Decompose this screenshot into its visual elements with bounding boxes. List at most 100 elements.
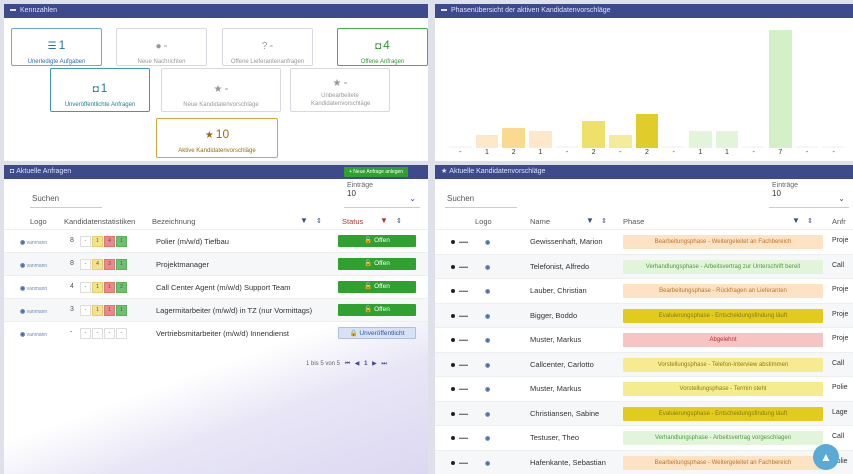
table-row[interactable]: ◉ vanmann 4-1 1 2 Call Center Agent (m/w/d) …	[4, 275, 428, 298]
table-row[interactable]: ▬▬ ◉ Gewissenhaft, Marion Bearbeitungsphase…	[435, 229, 853, 254]
kpi-unbearbeitete-kandidatenvorschlaege[interactable]: ★ - Unbearbeitete Kandidatenvorschläge	[290, 68, 390, 112]
filter-icon[interactable]: ▼	[300, 216, 308, 225]
candidate-name[interactable]: Lauber, Christian	[530, 286, 587, 295]
filter-icon[interactable]: ▼	[380, 216, 388, 225]
chart-panel-title: Phasenübersicht der aktiven Kandidatenvo…	[451, 7, 611, 14]
anfrage-name[interactable]: Proje	[832, 286, 848, 293]
col-logo[interactable]: Logo	[30, 217, 47, 226]
phase-badge[interactable]: Evaluierungsphase - Entscheidungsfindung…	[623, 308, 823, 323]
kpi-label: Unerledigte Aufgaben	[27, 59, 86, 65]
star-icon: ★	[204, 130, 214, 141]
candidate-name[interactable]: Christiansen, Sabine	[530, 409, 599, 418]
help-button[interactable]: ▲	[813, 444, 839, 470]
phase-badge[interactable]: Verhandlungsphase - Arbeitsvertrag vorge…	[623, 431, 823, 445]
col-name[interactable]: Name	[530, 217, 550, 226]
anfragen-panel: ◘ Aktuelle Anfragen + Neue Anfrage anlege…	[4, 165, 428, 474]
anfrage-name[interactable]: Proje	[832, 311, 848, 318]
page-number[interactable]: 1	[364, 361, 367, 367]
kpi-aktive-kandidatenvorschlaege[interactable]: ★ 10 Aktive Kandidatenvorschläge	[156, 118, 278, 158]
anfrage-title[interactable]: Call Center Agent (m/w/d) Support Team	[156, 283, 291, 292]
col-status[interactable]: Status	[342, 217, 363, 226]
phase-badge[interactable]: Evaluierungsphase - Entscheidungsfindung…	[623, 406, 823, 421]
phase-badge[interactable]: Bearbeitungsphase - Rückfragen an Liefer…	[623, 284, 823, 298]
anfrage-title[interactable]: Lagermitarbeiter (m/w/d) in TZ (nur Vorm…	[156, 306, 312, 315]
prev-page-icon[interactable]: ◀	[355, 361, 360, 367]
filter-icon[interactable]: ▼	[586, 216, 594, 225]
phase-badge[interactable]: Vorstellungsphase - Termin steht	[623, 382, 823, 396]
kpi-unerledigte-aufgaben[interactable]: ☰ 1 Unerledigte Aufgaben	[11, 28, 102, 66]
table-row[interactable]: ◉ vanmann 3-1 1 1 Lagermitarbeiter (m/w/d) i…	[4, 298, 428, 321]
anfragen-search-input[interactable]: Suchen	[30, 190, 102, 208]
kpi-neue-kandidatenvorschlaege[interactable]: ★ - Neue Kandidatenvorschläge	[161, 68, 281, 112]
table-row[interactable]: ▬▬ ◉ Muster, Markus Vorstellungsphase - Ter…	[435, 376, 853, 401]
anfrage-name[interactable]: Proje	[832, 335, 848, 342]
phase-badge[interactable]: Vorstellungsphase - Telefon-Interview ab…	[623, 357, 823, 372]
table-row[interactable]: ▬▬ ◉ Testuser, Theo Verhandlungsphase - Arb…	[435, 425, 853, 450]
first-page-icon[interactable]: ⏮	[345, 361, 350, 367]
table-row[interactable]: ▬▬ ◉ Bigger, Boddo Evaluierungsphase - Ents…	[435, 302, 853, 327]
col-bezeichnung[interactable]: Bezeichnung	[152, 217, 195, 226]
candidate-name[interactable]: Testuser, Theo	[530, 433, 579, 442]
filter-icon[interactable]: ▼	[792, 216, 800, 225]
status-badge[interactable]: 🔓 Offen	[338, 304, 416, 316]
table-row[interactable]: ▬▬ ◉ Telefonist, Alfredo Verhandlungsphase …	[435, 253, 853, 278]
table-row[interactable]: ▬▬ ◉ Callcenter, Carlotto Vorstellungsphase…	[435, 351, 853, 376]
candidate-name[interactable]: Muster, Markus	[530, 335, 581, 344]
unlock-icon: 🔓	[364, 237, 375, 244]
new-anfrage-button[interactable]: + Neue Anfrage anlegen	[344, 167, 409, 177]
anfrage-name[interactable]: Call	[832, 433, 844, 440]
anfrage-name[interactable]: Call	[832, 360, 844, 367]
status-badge[interactable]: 🔒 Unveröffentlicht	[338, 327, 416, 339]
anfragen-entries-select[interactable]: Einträge 10 ⌄	[344, 182, 420, 208]
sort-icon[interactable]: ⇕	[316, 217, 322, 225]
x-tick-label: 1	[698, 149, 703, 156]
candidate-name[interactable]: Bigger, Boddo	[530, 311, 577, 320]
chart-bar	[582, 121, 606, 148]
company-logo-icon: ◉	[485, 264, 491, 271]
vorschlaege-entries-select[interactable]: Einträge 10 ⌄	[769, 182, 849, 208]
table-row[interactable]: ▬▬ ◉ Lauber, Christian Bearbeitungsphase - …	[435, 278, 853, 303]
anfrage-name[interactable]: Call	[832, 262, 844, 269]
status-badge[interactable]: 🔓 Offen	[338, 258, 416, 270]
anfrage-title[interactable]: Polier (m/w/d) Tiefbau	[156, 237, 229, 246]
table-row[interactable]: ▬▬ ◉ Muster, Markus Abgelehnt Proje	[435, 327, 853, 352]
anfrage-name[interactable]: Polie	[832, 384, 848, 391]
col-logo[interactable]: Logo	[475, 217, 492, 226]
col-anfrage[interactable]: Anfr	[832, 217, 846, 226]
table-row[interactable]: ◉ vanmann 8-1 4 1 Polier (m/w/d) Tiefbau 🔓 Of…	[4, 229, 428, 252]
anfrage-title[interactable]: Vertriebsmitarbeiter (m/w/d) Innendienst	[156, 329, 289, 338]
sort-icon[interactable]: ⇕	[601, 217, 607, 225]
kpi-offene-anfragen[interactable]: ◘ 4 Offene Anfragen	[337, 28, 428, 66]
phase-badge[interactable]: Bearbeitungsphase - Weitergeleitet an Fa…	[623, 455, 823, 470]
table-row[interactable]: ▬▬ ◉ Hafenkante, Sebastian Bearbeitungsphas…	[435, 449, 853, 474]
status-badge[interactable]: 🔓 Offen	[338, 235, 416, 247]
last-page-icon[interactable]: ⏭	[381, 361, 386, 367]
table-row[interactable]: ◉ vanmann - - - - - Vertriebsmitarbeiter (m/w/…	[4, 321, 428, 344]
phase-badge[interactable]: Verhandlungsphase - Arbeitsvertrag zur U…	[623, 259, 823, 274]
candidate-name[interactable]: Muster, Markus	[530, 384, 581, 393]
status-dot-icon	[451, 460, 455, 465]
anfrage-name[interactable]: Lage	[832, 409, 848, 416]
stat-box: -	[80, 259, 91, 270]
next-page-icon[interactable]: ▶	[372, 361, 377, 367]
table-row[interactable]: ◉ vanmann 8-4 3 1 Projektmanager 🔓 Offen	[4, 252, 428, 275]
candidate-name[interactable]: Hafenkante, Sebastian	[530, 458, 606, 467]
candidate-count: 3	[70, 306, 74, 313]
sort-icon[interactable]: ⇕	[396, 217, 402, 225]
phase-badge[interactable]: Bearbeitungsphase - Weitergeleitet an Fa…	[623, 235, 823, 249]
anfrage-name[interactable]: Proje	[832, 237, 848, 244]
kpi-offene-lieferantenanfragen[interactable]: ? - Offene Lieferantenanfragen	[222, 28, 313, 66]
candidate-name[interactable]: Telefonist, Alfredo	[530, 262, 589, 271]
sort-icon[interactable]: ⇕	[807, 217, 813, 225]
anfrage-title[interactable]: Projektmanager	[156, 260, 209, 269]
candidate-name[interactable]: Callcenter, Carlotto	[530, 360, 594, 369]
table-row[interactable]: ▬▬ ◉ Christiansen, Sabine Evaluierungsphase…	[435, 400, 853, 425]
candidate-name[interactable]: Gewissenhaft, Marion	[530, 237, 603, 246]
col-phase[interactable]: Phase	[623, 217, 644, 226]
status-badge[interactable]: 🔓 Offen	[338, 281, 416, 293]
col-kandidatenstatistiken[interactable]: Kandidatenstatistiken	[64, 217, 135, 226]
vorschlaege-search-input[interactable]: Suchen	[445, 190, 517, 208]
kpi-unveroeffentlichte-anfragen[interactable]: ◘ 1 Unveröffentlichte Anfragen	[50, 68, 150, 112]
kpi-neue-nachrichten[interactable]: ● - Neue Nachrichten	[116, 28, 207, 66]
phase-badge[interactable]: Abgelehnt	[623, 333, 823, 347]
